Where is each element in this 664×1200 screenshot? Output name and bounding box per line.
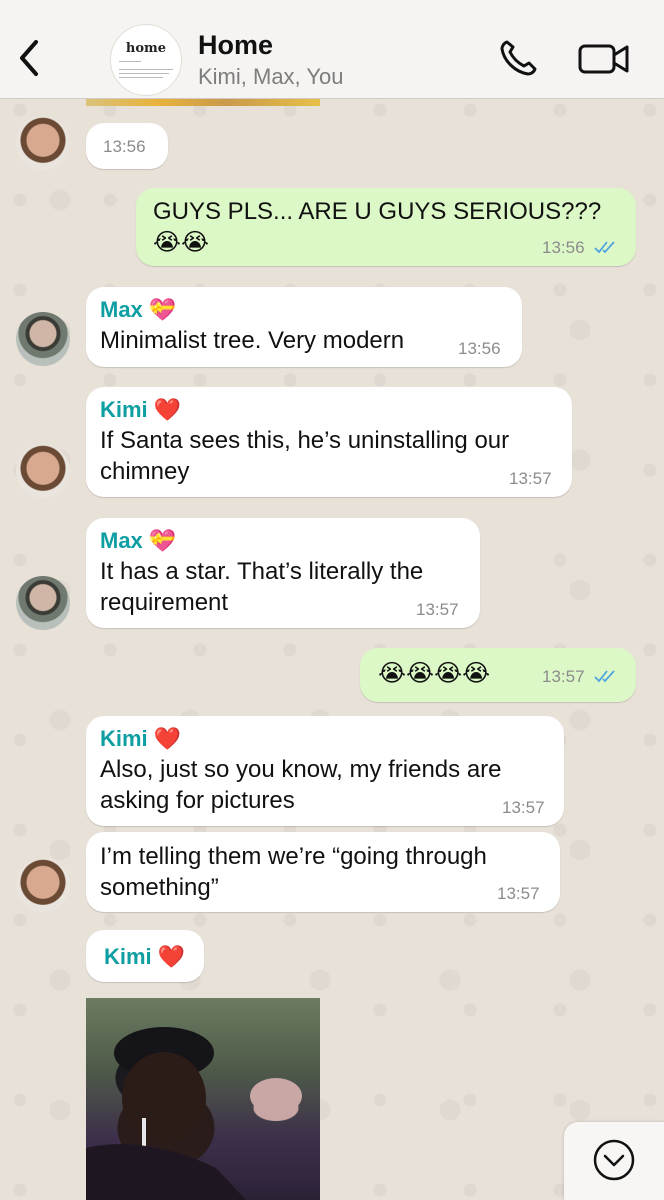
message-text: If Santa sees this, he’s uninstalling ou… bbox=[100, 427, 510, 485]
message-time: 13:57 bbox=[416, 600, 459, 619]
message-bubble[interactable]: Kimi ❤️ Also, just so you know, my frien… bbox=[86, 716, 564, 826]
group-logo-word: home bbox=[125, 41, 167, 56]
photo-content bbox=[86, 1027, 302, 1200]
message-time: 13:57 bbox=[497, 884, 540, 903]
avatar-kimi[interactable] bbox=[16, 858, 70, 912]
sender-name: Max 💝 bbox=[100, 297, 176, 323]
sender-name-text: Max bbox=[100, 528, 143, 553]
avatar-kimi[interactable] bbox=[16, 116, 70, 170]
logo-line bbox=[119, 69, 173, 70]
message-text: I’m telling them we’re “going through so… bbox=[100, 843, 487, 901]
sender-emoji: ❤️ bbox=[157, 945, 186, 970]
message-time: 13:57 bbox=[509, 469, 552, 488]
double-check-icon bbox=[594, 670, 615, 683]
group-avatar[interactable]: home bbox=[110, 24, 182, 96]
sender-name: Kimi ❤️ bbox=[100, 726, 181, 752]
message-text: It has a star. That’s literally the requ… bbox=[100, 558, 424, 616]
video-camera-icon[interactable] bbox=[578, 42, 630, 76]
chat-participants[interactable]: Kimi, Max, You bbox=[198, 64, 344, 90]
sender-name: Kimi ❤️ bbox=[100, 397, 181, 423]
double-check-icon bbox=[594, 241, 615, 254]
message-bubble[interactable]: Max 💝 It has a star. That’s literally th… bbox=[86, 518, 480, 628]
message-text: 😭😭😭😭 bbox=[378, 659, 491, 687]
message-time: 13:56 bbox=[458, 339, 501, 358]
sender-name: Max 💝 bbox=[100, 528, 176, 554]
sender-emoji: 💝 bbox=[148, 529, 177, 554]
sender-emoji: ❤️ bbox=[153, 727, 182, 752]
chat-header: home Home Kimi, Max, You bbox=[0, 0, 664, 99]
shared-photo[interactable] bbox=[86, 998, 320, 1200]
sender-name-text: Kimi bbox=[100, 397, 148, 422]
outgoing-message-bubble[interactable]: 😭😭😭😭 13:57 bbox=[360, 648, 636, 702]
sender-emoji: ❤️ bbox=[153, 398, 182, 423]
logo-line bbox=[119, 73, 169, 74]
message-text: Also, just so you know, my friends are a… bbox=[100, 756, 502, 814]
sender-emoji: 💝 bbox=[148, 298, 177, 323]
chevron-down-circle-icon bbox=[593, 1139, 635, 1181]
logo-line bbox=[119, 77, 163, 78]
phone-icon[interactable] bbox=[498, 38, 542, 78]
message-time: 13:57 bbox=[502, 798, 545, 817]
sender-name-text: Kimi bbox=[104, 944, 152, 969]
message-time: 13:56 bbox=[103, 137, 146, 156]
chat-title[interactable]: Home bbox=[198, 30, 273, 61]
avatar-kimi[interactable] bbox=[16, 444, 70, 498]
message-time: 13:57 bbox=[542, 667, 585, 686]
sender-name: Kimi ❤️ bbox=[104, 944, 185, 970]
logo-line bbox=[119, 61, 141, 62]
message-bubble[interactable]: I’m telling them we’re “going through so… bbox=[86, 832, 560, 912]
message-bubble[interactable]: Kimi ❤️ If Santa sees this, he’s uninsta… bbox=[86, 387, 572, 497]
sender-name-text: Kimi bbox=[100, 726, 148, 751]
message-bubble[interactable]: 13:56 bbox=[86, 123, 168, 169]
message-bubble[interactable]: Kimi ❤️ bbox=[86, 930, 204, 982]
sender-name-text: Max bbox=[100, 297, 143, 322]
previous-image-edge[interactable] bbox=[86, 98, 320, 106]
scroll-to-bottom-button[interactable] bbox=[564, 1122, 664, 1200]
message-text: Minimalist tree. Very modern bbox=[100, 327, 405, 354]
message-time: 13:56 bbox=[542, 238, 585, 257]
chevron-left-icon[interactable] bbox=[14, 38, 44, 78]
message-bubble[interactable]: Max 💝 Minimalist tree. Very modern 13:56 bbox=[86, 287, 522, 367]
avatar-max[interactable] bbox=[16, 576, 70, 630]
avatar-max[interactable] bbox=[16, 312, 70, 366]
outgoing-message-bubble[interactable]: GUYS PLS... ARE U GUYS SERIOUS??? 😭😭 13:… bbox=[136, 188, 636, 266]
